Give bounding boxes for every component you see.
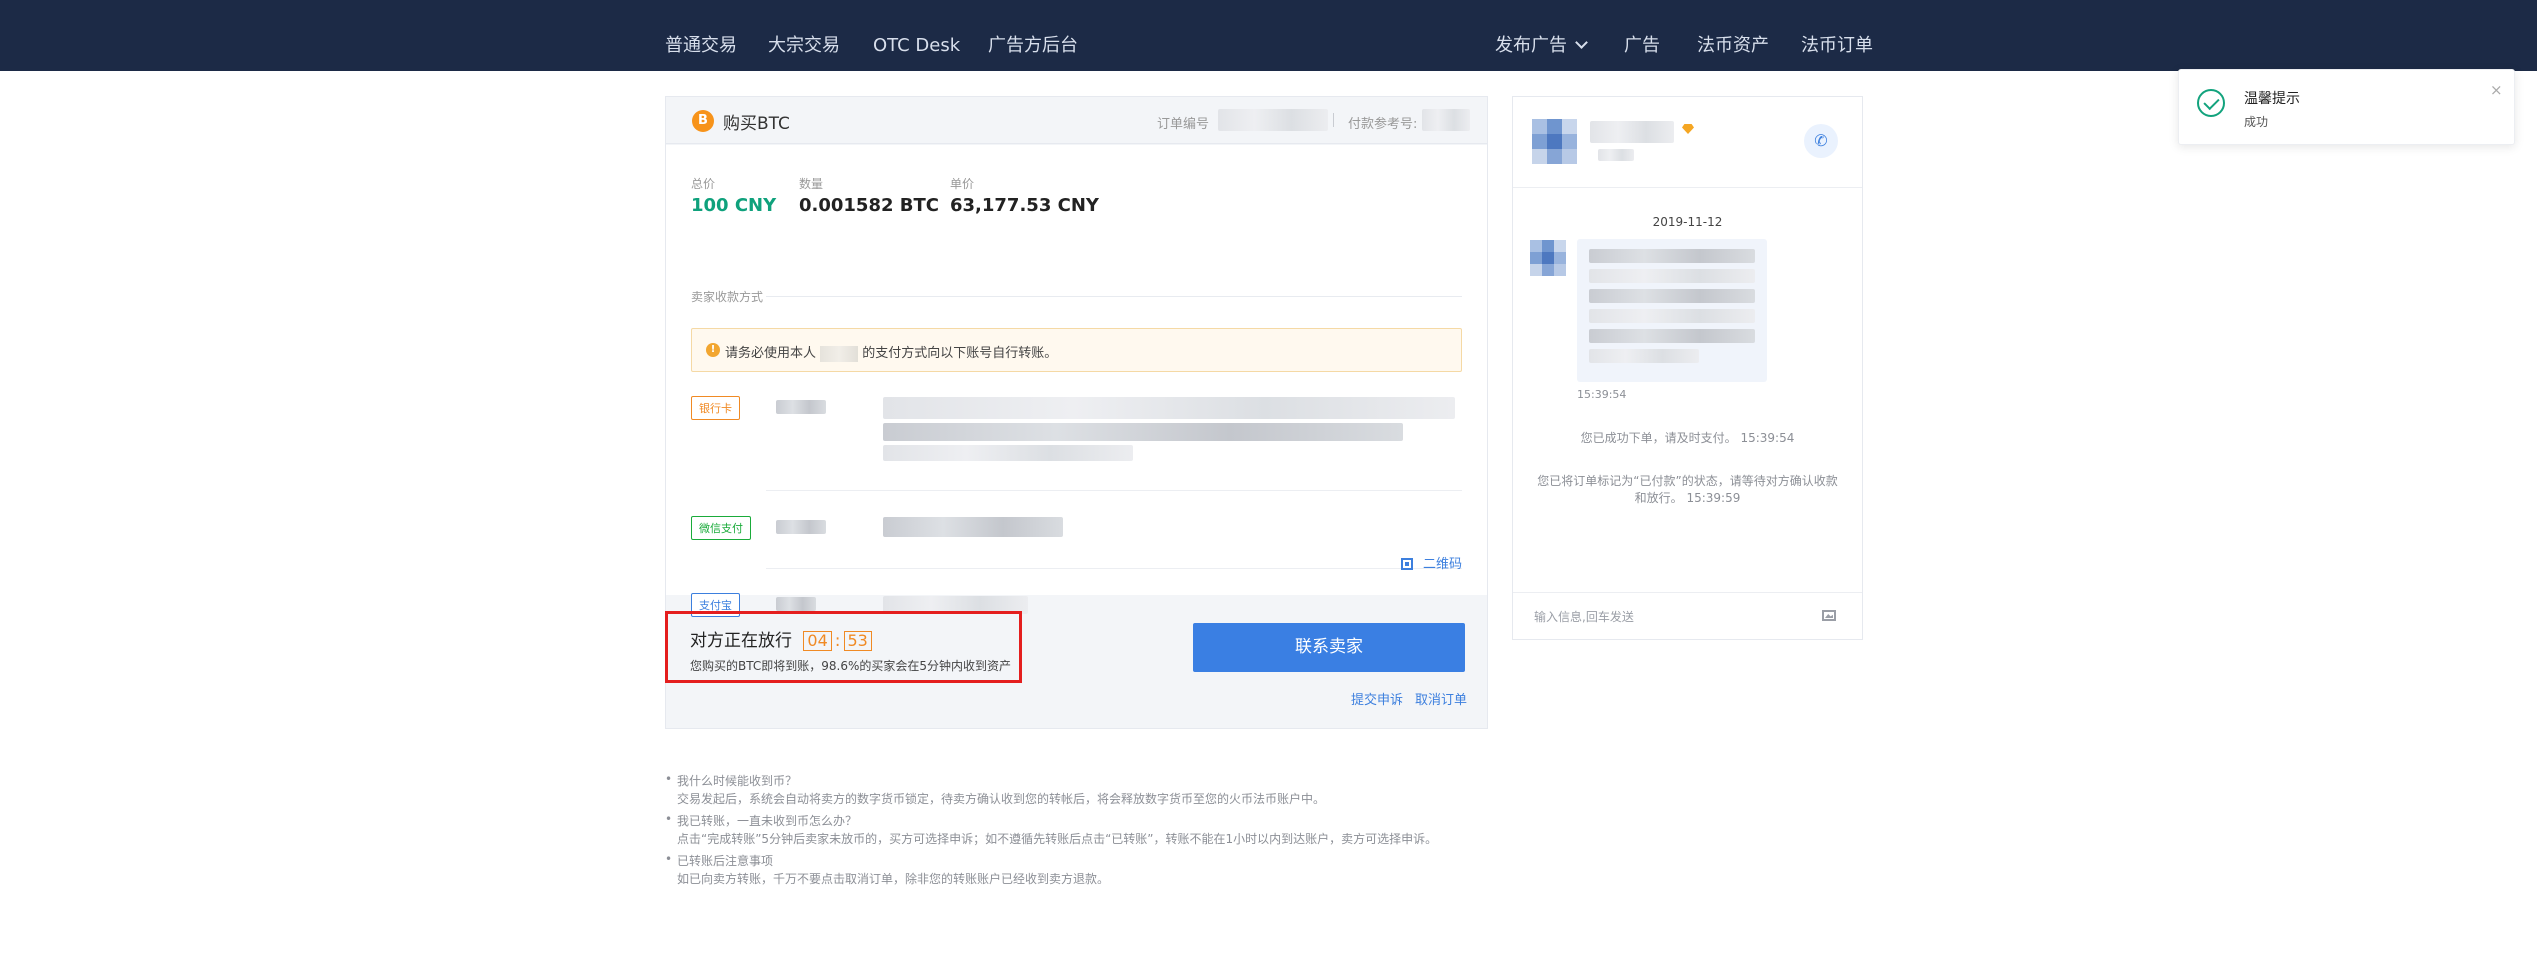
section-divider (766, 296, 1462, 297)
message-redacted (1589, 329, 1755, 343)
order-card: B 购买BTC 订单编号 付款参考号: 总价 100 CNY 数量 0.0015… (665, 96, 1488, 729)
unit-price-label: 单价 (950, 177, 975, 191)
nav-post-ad[interactable]: 发布广告 (1495, 0, 1588, 71)
nav-advertiser-backend[interactable]: 广告方后台 (988, 0, 1078, 71)
nav-ads[interactable]: 广告 (1624, 0, 1660, 71)
warning-icon: ! (706, 343, 720, 357)
notice-text-after: 的支付方式向以下账号自行转账。 (862, 346, 1058, 361)
message-redacted (1589, 289, 1755, 303)
btc-coin-icon: B (692, 110, 714, 132)
notice-text: 请务必使用本人 的支付方式向以下账号自行转账。 (725, 342, 1057, 362)
seller-name-redacted (1590, 121, 1674, 143)
bank-branch-redacted (883, 423, 1403, 441)
chat-panel: ✆ 2019-11-12 15:39:54 您已成功下单，请及时支付。 15:3… (1512, 96, 1863, 640)
seller-stats-redacted (1598, 149, 1634, 161)
faq-question-2: 我已转账，一直未收到币怎么办？ (677, 814, 858, 828)
toast-title: 温馨提示 (2244, 91, 2300, 107)
nav-block-trading[interactable]: 大宗交易 (768, 0, 840, 71)
system-message-1-time: 15:39:54 (1740, 431, 1795, 445)
system-message-2: 您已将订单标记为“已付款”的状态，请等待对方确认收款和放行。 15:39:59 (1533, 473, 1842, 507)
chat-avatar (1530, 240, 1566, 276)
timer-seconds: 53 (843, 631, 872, 651)
faq-answer-3: 如已向卖方转账，千万不要点击取消订单，除非您的转账账户已经收到卖方退款。 (677, 872, 1110, 886)
message-redacted (1589, 269, 1755, 283)
order-header: B 购买BTC 订单编号 付款参考号: (666, 97, 1487, 144)
nav-fiat-orders[interactable]: 法币订单 (1801, 0, 1873, 71)
chevron-down-icon (1575, 36, 1588, 49)
close-icon[interactable]: × (2490, 81, 2503, 99)
seller-payment-label: 卖家收款方式 (691, 290, 764, 304)
payment-notice: ! 请务必使用本人 的支付方式向以下账号自行转账。 (691, 328, 1462, 372)
notice-name-redacted (820, 345, 859, 362)
alipay-name-redacted (776, 597, 816, 611)
faq-bullet: • (665, 812, 673, 826)
amount-value: 0.001582 BTC (799, 195, 939, 216)
notice-text-before: 请务必使用本人 (725, 346, 817, 361)
payment-ref-label: 付款参考号: (1348, 117, 1418, 132)
chat-message-input[interactable]: 输入信息,回车发送 (1534, 608, 1634, 625)
toast-message: 成功 (2244, 115, 2269, 129)
image-upload-icon[interactable] (1822, 610, 1836, 621)
submit-appeal-link[interactable]: 提交申诉 (1351, 689, 1403, 708)
check-circle-icon (2197, 89, 2225, 117)
system-message-1-text: 您已成功下单，请及时支付。 (1580, 431, 1737, 445)
order-details: 总价 100 CNY 数量 0.001582 BTC 单价 63,177.53 … (666, 145, 1487, 617)
bank-extra-redacted (883, 445, 1133, 461)
vip-diamond-icon (1682, 124, 1694, 134)
chat-date: 2019-11-12 (1652, 215, 1723, 229)
amount-label: 数量 (799, 177, 824, 191)
order-title: 购买BTC (723, 114, 790, 134)
success-toast: 温馨提示 成功 × (2178, 69, 2515, 145)
system-message-1: 您已成功下单，请及时支付。 15:39:54 (1533, 430, 1842, 447)
message-redacted (1589, 349, 1699, 363)
qr-code-label: 二维码 (1422, 557, 1462, 572)
top-nav: 普通交易 大宗交易 OTC Desk 广告方后台 发布广告 广告 法币资产 法币… (0, 0, 2537, 71)
payment-divider (766, 568, 1462, 569)
nav-spot-trading[interactable]: 普通交易 (665, 0, 737, 71)
faq-bullet: • (665, 852, 673, 866)
wechat-account-redacted (883, 517, 1063, 537)
faq-answer-2: 点击“完成转账”5分钟后卖家未放币的，买方可选择申诉；如不遵循先转账后点击“已转… (677, 832, 1438, 846)
seller-avatar (1532, 119, 1577, 164)
bank-account-redacted (883, 397, 1455, 419)
cancel-order-link[interactable]: 取消订单 (1415, 689, 1467, 708)
bank-name-redacted (776, 400, 826, 414)
message-time: 15:39:54 (1577, 388, 1627, 401)
chat-message-bubble (1577, 239, 1767, 382)
release-status-subtitle: 您购买的BTC即将到账，98.6%的买家会在5分钟内收到资产 (690, 659, 1011, 673)
nav-otc-desk[interactable]: OTC Desk (873, 0, 960, 71)
unit-price-value: 63,177.53 CNY (950, 195, 1099, 216)
bank-card-tag: 银行卡 (691, 396, 740, 420)
payment-ref-redacted (1422, 109, 1470, 131)
faq-bullet: • (665, 772, 673, 786)
timer-colon: : (834, 631, 841, 651)
release-status-title: 对方正在放行 04:53 (690, 626, 872, 651)
payment-divider (766, 490, 1462, 491)
faq-question-3: 已转账后注意事项 (677, 854, 774, 868)
system-message-2-time: 15:39:59 (1686, 491, 1741, 505)
order-no-redacted (1218, 109, 1328, 131)
release-status-text: 对方正在放行 (690, 631, 792, 651)
wechat-name-redacted (776, 520, 826, 534)
faq-question-1: 我什么时候能收到币？ (677, 774, 798, 788)
total-value: 100 CNY (691, 195, 777, 216)
chat-input-divider (1513, 592, 1862, 593)
total-label: 总价 (691, 177, 716, 191)
wechat-pay-tag: 微信支付 (691, 516, 751, 540)
faq-answer-1: 交易发起后，系统会自动将卖方的数字货币锁定，待卖方确认收到您的转帐后，将会释放数… (677, 792, 1326, 806)
chat-header: ✆ (1513, 97, 1862, 188)
timer-minutes: 04 (803, 631, 832, 651)
header-separator (1333, 113, 1334, 127)
nav-fiat-assets[interactable]: 法币资产 (1697, 0, 1769, 71)
qr-code-link[interactable]: 二维码 (1400, 553, 1462, 572)
nav-post-ad-label: 发布广告 (1495, 35, 1567, 56)
phone-icon[interactable]: ✆ (1804, 124, 1838, 158)
contact-seller-button[interactable]: 联系卖家 (1193, 623, 1465, 672)
qr-code-icon (1400, 558, 1413, 570)
message-redacted (1589, 309, 1755, 323)
release-status-highlight: 对方正在放行 04:53 您购买的BTC即将到账，98.6%的买家会在5分钟内收… (665, 611, 1022, 683)
message-redacted (1589, 249, 1755, 263)
order-no-label: 订单编号 (1157, 117, 1210, 132)
